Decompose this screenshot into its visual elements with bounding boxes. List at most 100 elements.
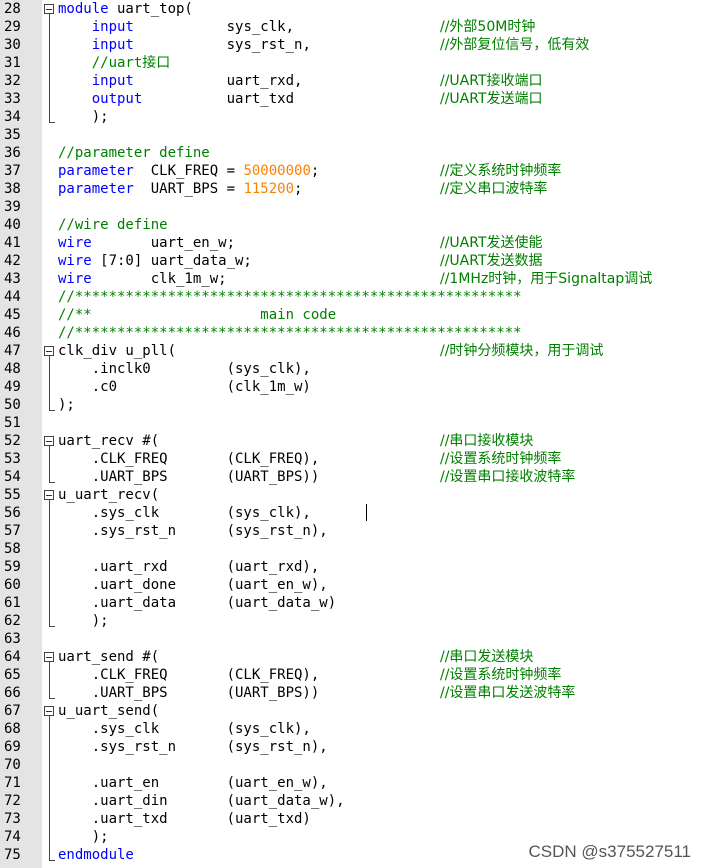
code-line[interactable]: 66 .UART_BPS (UART_BPS)) //设置串口发送波特率 [0, 684, 705, 702]
code-line[interactable]: 36 //parameter define [0, 144, 705, 162]
code-line[interactable]: 43 wire clk_1m_w; //1MHz时钟，用于Signaltap调试 [0, 270, 705, 288]
code-line[interactable]: 42 wire [7:0] uart_data_w; //UART发送数据 [0, 252, 705, 270]
inline-comment: //设置系统时钟频率 [440, 451, 562, 467]
code-line[interactable]: 44 //************************************… [0, 288, 705, 306]
code-line[interactable]: 69 .sys_rst_n (sys_rst_n), [0, 738, 705, 756]
code-line[interactable]: 67 u_uart_send( [0, 702, 705, 720]
line-number: 60 [4, 577, 21, 593]
keyword-token: wire [58, 235, 92, 251]
fold-toggle-icon[interactable] [44, 4, 54, 14]
code-line[interactable]: 71 .uart_en (uart_en_w), [0, 774, 705, 792]
code-line[interactable]: 39 [0, 198, 705, 216]
code-line[interactable]: 37 parameter CLK_FREQ = 50000000; //定义系统时钟… [0, 162, 705, 180]
code-line[interactable]: 55 u_uart_recv( [0, 486, 705, 504]
line-number: 54 [4, 469, 21, 485]
code-line[interactable]: 41 wire uart_en_w; //UART发送使能 [0, 234, 705, 252]
code-line[interactable]: 58 [0, 540, 705, 558]
code-line[interactable]: 61 .uart_data (uart_data_w) [0, 594, 705, 612]
code-line[interactable]: 62 ); [0, 612, 705, 630]
line-number: 41 [4, 235, 21, 251]
line-number: 40 [4, 217, 21, 233]
code-line[interactable]: 64 uart_send #(//串口发送模块 [0, 648, 705, 666]
code-text: .UART_BPS (UART_BPS)) [58, 469, 320, 485]
code-token: clk_div u_pll( [58, 343, 177, 359]
comment-token: //wire define [58, 217, 168, 233]
code-token: .UART_BPS (UART_BPS)) [58, 469, 320, 485]
fold-toggle-icon[interactable] [44, 490, 54, 500]
fold-toggle-icon[interactable] [44, 436, 54, 446]
code-line[interactable]: 50); [0, 396, 705, 414]
keyword-token: wire [58, 253, 92, 269]
code-token: clk_1m_w; [91, 271, 227, 287]
code-line[interactable]: 70 [0, 756, 705, 774]
code-line[interactable]: 59 .uart_rxd (uart_rxd), [0, 558, 705, 576]
code-line[interactable]: 46 //************************************… [0, 324, 705, 342]
inline-comment: //定义串口波特率 [440, 181, 548, 197]
code-text: .sys_clk (sys_clk), [58, 721, 311, 737]
code-line[interactable]: 30 input sys_rst_n, //外部复位信号，低有效 [0, 36, 705, 54]
watermark: CSDN @s375527511 [528, 842, 691, 861]
code-line[interactable]: 33 output uart_txd //UART发送端口 [0, 90, 705, 108]
code-line[interactable]: 68 .sys_clk (sys_clk), [0, 720, 705, 738]
code-line[interactable]: 54 .UART_BPS (UART_BPS)) //设置串口接收波特率 [0, 468, 705, 486]
line-number: 32 [4, 73, 21, 89]
code-line[interactable]: 28 module uart_top( [0, 0, 705, 18]
fold-toggle-icon[interactable] [44, 652, 54, 662]
code-line[interactable]: 45 //** main code [0, 306, 705, 324]
code-text: parameter UART_BPS = 115200; [58, 181, 302, 197]
code-line[interactable]: 60 .uart_done (uart_en_w), [0, 576, 705, 594]
code-line[interactable]: 29 input sys_clk, //外部50M时钟 [0, 18, 705, 36]
code-text: //parameter define [58, 145, 210, 161]
code-text: endmodule [58, 847, 134, 863]
code-line[interactable]: 31 //uart接口 [0, 54, 705, 72]
code-line[interactable]: 35 [0, 126, 705, 144]
line-number: 51 [4, 415, 21, 431]
line-number: 48 [4, 361, 21, 377]
code-line[interactable]: 57 .sys_rst_n (sys_rst_n), [0, 522, 705, 540]
code-line[interactable]: 52 uart_recv #(//串口接收模块 [0, 432, 705, 450]
code-text: //**************************************… [58, 289, 522, 305]
line-number: 37 [4, 163, 21, 179]
code-text: //**************************************… [58, 325, 522, 341]
code-line[interactable]: 48 .inclk0 (sys_clk), [0, 360, 705, 378]
line-number: 65 [4, 667, 21, 683]
code-token: u_uart_send( [58, 703, 160, 719]
keyword-token: parameter [58, 181, 134, 197]
code-line[interactable]: 32 input uart_rxd, //UART接收端口 [0, 72, 705, 90]
code-line[interactable]: 72 .uart_din (uart_data_w), [0, 792, 705, 810]
fold-toggle-icon[interactable] [44, 346, 54, 356]
fold-guide-line [48, 14, 50, 122]
inline-comment: //UART发送端口 [440, 91, 543, 107]
line-number: 50 [4, 397, 21, 413]
code-token: uart_top( [108, 1, 193, 17]
code-token: uart_en_w; [91, 235, 236, 251]
code-line[interactable]: 49 .c0 (clk_1m_w) [0, 378, 705, 396]
code-line[interactable]: 34 ); [0, 108, 705, 126]
code-token: sys_clk, [133, 19, 295, 35]
code-text: input sys_rst_n, [58, 37, 311, 53]
code-line[interactable]: 40 //wire define [0, 216, 705, 234]
code-line[interactable]: 38 parameter UART_BPS = 115200; //定义串口波特率 [0, 180, 705, 198]
code-text: module uart_top( [58, 1, 193, 17]
code-token: .uart_rxd (uart_rxd), [58, 559, 320, 575]
keyword-token: input [91, 73, 134, 89]
code-line[interactable]: 53 .CLK_FREQ (CLK_FREQ), //设置系统时钟频率 [0, 450, 705, 468]
code-line[interactable]: 63 [0, 630, 705, 648]
fold-end-mark [48, 122, 55, 123]
keyword-token: output [91, 91, 143, 107]
line-number: 68 [4, 721, 21, 737]
line-number: 66 [4, 685, 21, 701]
code-token: sys_rst_n, [133, 37, 311, 53]
code-text: wire [7:0] uart_data_w; [58, 253, 252, 269]
inline-comment: //设置串口接收波特率 [440, 469, 576, 485]
code-line[interactable]: 65 .CLK_FREQ (CLK_FREQ), //设置系统时钟频率 [0, 666, 705, 684]
fold-toggle-icon[interactable] [44, 706, 54, 716]
code-token: .uart_din (uart_data_w), [58, 793, 345, 809]
code-line[interactable]: 73 .uart_txd (uart_txd) [0, 810, 705, 828]
inline-comment: //UART发送数据 [440, 253, 543, 269]
code-text: //uart接口 [58, 55, 171, 71]
code-line[interactable]: 56 .sys_clk (sys_clk), [0, 504, 705, 522]
code-token: .sys_rst_n (sys_rst_n), [58, 523, 328, 539]
code-line[interactable]: 47 clk_div u_pll(//时钟分频模块，用于调试 [0, 342, 705, 360]
code-line[interactable]: 51 [0, 414, 705, 432]
